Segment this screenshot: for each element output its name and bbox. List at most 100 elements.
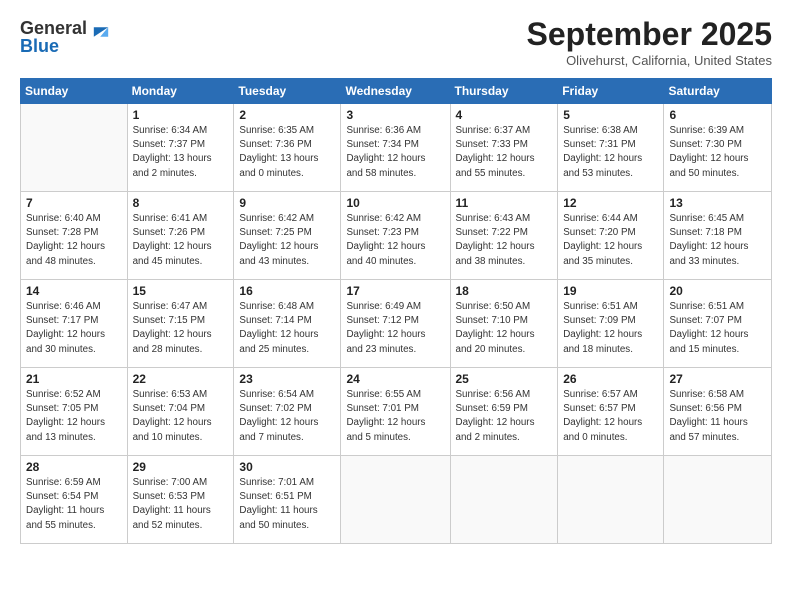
day-info: Sunrise: 6:46 AM Sunset: 7:17 PM Dayligh… (26, 300, 122, 357)
day-info: Sunrise: 6:59 AM Sunset: 6:54 PM Dayligh… (26, 476, 122, 533)
calendar: Sunday Monday Tuesday Wednesday Thursday… (20, 78, 772, 544)
day-number: 24 (346, 372, 444, 386)
day-info: Sunrise: 6:36 AM Sunset: 7:34 PM Dayligh… (346, 124, 444, 181)
day-cell: 30 Sunrise: 7:01 AM Sunset: 6:51 PM Dayli… (234, 456, 341, 544)
day-cell: 27 Sunrise: 6:58 AM Sunset: 6:56 PM Dayli… (664, 368, 772, 456)
day-cell: 26Sunrise: 6:57 AM Sunset: 6:57 PM Dayli… (558, 368, 664, 456)
day-cell: 20 Sunrise: 6:51 AM Sunset: 7:07 PM Dayli… (664, 280, 772, 368)
col-friday: Friday (558, 79, 664, 104)
day-info: Sunrise: 6:39 AM Sunset: 7:30 PM Dayligh… (669, 124, 766, 181)
day-cell: 3Sunrise: 6:36 AM Sunset: 7:34 PM Daylig… (341, 104, 450, 192)
day-cell: 2Sunrise: 6:35 AM Sunset: 7:36 PM Daylig… (234, 104, 341, 192)
day-cell: 11 Sunrise: 6:43 AM Sunset: 7:22 PM Dayli… (450, 192, 558, 280)
col-thursday: Thursday (450, 79, 558, 104)
day-cell: 21 Sunrise: 6:52 AM Sunset: 7:05 PM Dayli… (21, 368, 128, 456)
col-monday: Monday (127, 79, 234, 104)
calendar-body: 1 Sunrise: 6:34 AM Sunset: 7:37 PM Daylig… (21, 104, 772, 544)
day-info: Sunrise: 6:58 AM Sunset: 6:56 PM Dayligh… (669, 388, 766, 445)
day-number: 5 (563, 108, 658, 122)
day-number: 6 (669, 108, 766, 122)
day-info: Sunrise: 6:49 AM Sunset: 7:12 PM Dayligh… (346, 300, 444, 357)
day-cell: 16Sunrise: 6:48 AM Sunset: 7:14 PM Dayli… (234, 280, 341, 368)
day-cell: 15 Sunrise: 6:47 AM Sunset: 7:15 PM Dayli… (127, 280, 234, 368)
day-info: Sunrise: 7:01 AM Sunset: 6:51 PM Dayligh… (239, 476, 335, 533)
day-number: 9 (239, 196, 335, 210)
col-sunday: Sunday (21, 79, 128, 104)
day-number: 20 (669, 284, 766, 298)
day-number: 22 (133, 372, 229, 386)
logo: General Blue (20, 16, 113, 57)
day-info: Sunrise: 6:35 AM Sunset: 7:36 PM Dayligh… (239, 124, 335, 181)
day-info: Sunrise: 6:53 AM Sunset: 7:04 PM Dayligh… (133, 388, 229, 445)
day-info: Sunrise: 6:47 AM Sunset: 7:15 PM Dayligh… (133, 300, 229, 357)
day-cell: 5 Sunrise: 6:38 AM Sunset: 7:31 PM Daylig… (558, 104, 664, 192)
header-row: Sunday Monday Tuesday Wednesday Thursday… (21, 79, 772, 104)
day-number: 11 (456, 196, 553, 210)
col-tuesday: Tuesday (234, 79, 341, 104)
day-cell (558, 456, 664, 544)
day-number: 15 (133, 284, 229, 298)
day-cell: 10 Sunrise: 6:42 AM Sunset: 7:23 PM Dayli… (341, 192, 450, 280)
day-info: Sunrise: 6:37 AM Sunset: 7:33 PM Dayligh… (456, 124, 553, 181)
day-number: 1 (133, 108, 229, 122)
day-info: Sunrise: 6:50 AM Sunset: 7:10 PM Dayligh… (456, 300, 553, 357)
day-number: 17 (346, 284, 444, 298)
day-cell: 28Sunrise: 6:59 AM Sunset: 6:54 PM Dayli… (21, 456, 128, 544)
col-saturday: Saturday (664, 79, 772, 104)
day-number: 30 (239, 460, 335, 474)
day-info: Sunrise: 6:42 AM Sunset: 7:23 PM Dayligh… (346, 212, 444, 269)
day-cell: 12 Sunrise: 6:44 AM Sunset: 7:20 PM Dayli… (558, 192, 664, 280)
day-cell (341, 456, 450, 544)
day-number: 16 (239, 284, 335, 298)
day-info: Sunrise: 6:55 AM Sunset: 7:01 PM Dayligh… (346, 388, 444, 445)
logo-icon (89, 16, 113, 40)
day-info: Sunrise: 6:45 AM Sunset: 7:18 PM Dayligh… (669, 212, 766, 269)
day-info: Sunrise: 6:40 AM Sunset: 7:28 PM Dayligh… (26, 212, 122, 269)
day-info: Sunrise: 6:44 AM Sunset: 7:20 PM Dayligh… (563, 212, 658, 269)
day-info: Sunrise: 6:34 AM Sunset: 7:37 PM Dayligh… (133, 124, 229, 181)
day-number: 25 (456, 372, 553, 386)
calendar-header: Sunday Monday Tuesday Wednesday Thursday… (21, 79, 772, 104)
day-info: Sunrise: 6:51 AM Sunset: 7:07 PM Dayligh… (669, 300, 766, 357)
day-cell: 23Sunrise: 6:54 AM Sunset: 7:02 PM Dayli… (234, 368, 341, 456)
day-info: Sunrise: 6:42 AM Sunset: 7:25 PM Dayligh… (239, 212, 335, 269)
day-number: 29 (133, 460, 229, 474)
day-number: 4 (456, 108, 553, 122)
day-cell: 25Sunrise: 6:56 AM Sunset: 6:59 PM Dayli… (450, 368, 558, 456)
day-cell (664, 456, 772, 544)
day-info: Sunrise: 6:43 AM Sunset: 7:22 PM Dayligh… (456, 212, 553, 269)
col-wednesday: Wednesday (341, 79, 450, 104)
day-cell: 29 Sunrise: 7:00 AM Sunset: 6:53 PM Dayli… (127, 456, 234, 544)
day-number: 14 (26, 284, 122, 298)
day-cell: 6 Sunrise: 6:39 AM Sunset: 7:30 PM Daylig… (664, 104, 772, 192)
month-title: September 2025 (527, 16, 772, 53)
week-row-5: 28Sunrise: 6:59 AM Sunset: 6:54 PM Dayli… (21, 456, 772, 544)
day-cell: 22 Sunrise: 6:53 AM Sunset: 7:04 PM Dayli… (127, 368, 234, 456)
day-info: Sunrise: 6:38 AM Sunset: 7:31 PM Dayligh… (563, 124, 658, 181)
day-cell: 9 Sunrise: 6:42 AM Sunset: 7:25 PM Daylig… (234, 192, 341, 280)
day-number: 13 (669, 196, 766, 210)
week-row-1: 1 Sunrise: 6:34 AM Sunset: 7:37 PM Daylig… (21, 104, 772, 192)
day-cell: 4 Sunrise: 6:37 AM Sunset: 7:33 PM Daylig… (450, 104, 558, 192)
location: Olivehurst, California, United States (527, 53, 772, 68)
day-info: Sunrise: 7:00 AM Sunset: 6:53 PM Dayligh… (133, 476, 229, 533)
day-info: Sunrise: 6:51 AM Sunset: 7:09 PM Dayligh… (563, 300, 658, 357)
page: General Blue September 2025 Olivehurst, … (0, 0, 792, 612)
day-cell: 7Sunrise: 6:40 AM Sunset: 7:28 PM Daylig… (21, 192, 128, 280)
day-number: 12 (563, 196, 658, 210)
title-block: September 2025 Olivehurst, California, U… (527, 16, 772, 68)
day-number: 10 (346, 196, 444, 210)
day-cell: 14 Sunrise: 6:46 AM Sunset: 7:17 PM Dayli… (21, 280, 128, 368)
week-row-2: 7Sunrise: 6:40 AM Sunset: 7:28 PM Daylig… (21, 192, 772, 280)
day-cell: 17 Sunrise: 6:49 AM Sunset: 7:12 PM Dayli… (341, 280, 450, 368)
day-cell: 13 Sunrise: 6:45 AM Sunset: 7:18 PM Dayli… (664, 192, 772, 280)
day-cell: 18 Sunrise: 6:50 AM Sunset: 7:10 PM Dayli… (450, 280, 558, 368)
day-number: 26 (563, 372, 658, 386)
day-info: Sunrise: 6:52 AM Sunset: 7:05 PM Dayligh… (26, 388, 122, 445)
day-number: 8 (133, 196, 229, 210)
day-number: 27 (669, 372, 766, 386)
day-cell: 8Sunrise: 6:41 AM Sunset: 7:26 PM Daylig… (127, 192, 234, 280)
day-number: 21 (26, 372, 122, 386)
day-number: 18 (456, 284, 553, 298)
day-number: 19 (563, 284, 658, 298)
